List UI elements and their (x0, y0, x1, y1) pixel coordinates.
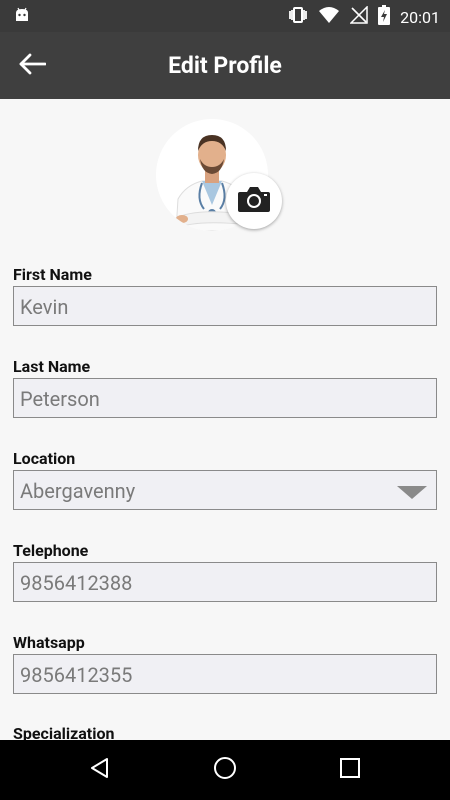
telephone-label: Telephone (13, 541, 89, 560)
specialization-field: Specialization (13, 723, 437, 740)
whatsapp-input[interactable]: 9856412355 (13, 654, 437, 694)
camera-icon (237, 185, 271, 217)
back-triangle-icon (88, 756, 112, 784)
vibrate-icon (288, 6, 308, 28)
first-name-field: First Name Kevin (13, 264, 437, 326)
first-name-label: First Name (13, 265, 92, 284)
nav-home-button[interactable] (211, 756, 239, 784)
home-circle-icon (212, 755, 238, 785)
recents-square-icon (338, 756, 362, 784)
app-bar: Edit Profile (0, 32, 450, 99)
dropdown-arrow-icon (397, 486, 427, 499)
no-signal-icon (349, 5, 368, 28)
location-label: Location (13, 449, 76, 468)
edit-profile-form: First Name Kevin Last Name Peterson Loca… (0, 99, 450, 740)
android-icon (14, 7, 30, 27)
whatsapp-field: Whatsapp 9856412355 (13, 632, 437, 694)
status-time: 20:01 (400, 7, 440, 27)
whatsapp-label: Whatsapp (13, 633, 85, 652)
wifi-icon (318, 6, 340, 28)
last-name-input[interactable]: Peterson (13, 378, 437, 418)
nav-recents-button[interactable] (336, 756, 364, 784)
location-field: Location Abergavenny (13, 448, 437, 510)
status-bar: 20:01 (0, 0, 450, 32)
location-value: Abergavenny (20, 479, 136, 503)
location-dropdown[interactable]: Abergavenny (13, 470, 437, 510)
first-name-input[interactable]: Kevin (13, 286, 437, 326)
last-name-field: Last Name Peterson (13, 356, 437, 418)
page-title: Edit Profile (168, 52, 282, 79)
battery-charging-icon (378, 5, 391, 29)
telephone-input[interactable]: 9856412388 (13, 562, 437, 602)
telephone-field: Telephone 9856412388 (13, 540, 437, 602)
navigation-bar (0, 740, 450, 800)
specialization-label: Specialization (13, 724, 115, 740)
change-photo-button[interactable] (226, 173, 282, 229)
last-name-label: Last Name (13, 357, 91, 376)
nav-back-button[interactable] (86, 756, 114, 784)
